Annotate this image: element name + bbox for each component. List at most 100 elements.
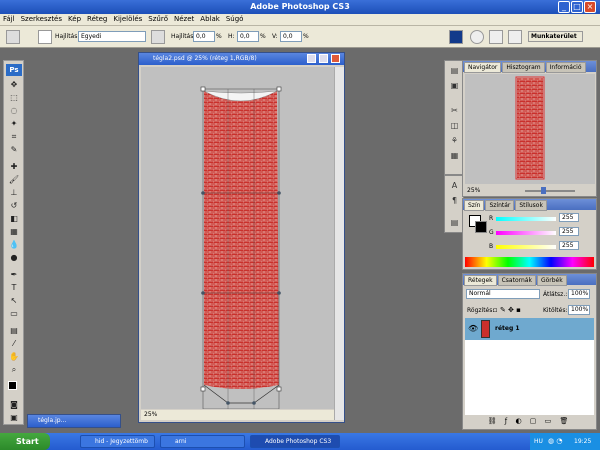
ps-logo[interactable]: Ps [6, 64, 22, 76]
layers-footer-icons[interactable]: ⛓ ƒ ◐ ▢ ▭ 🗑 [465, 417, 594, 427]
menu-help[interactable]: Súgó [223, 14, 247, 24]
cancel-transform-icon[interactable] [470, 30, 484, 44]
history-brush-icon[interactable]: ↺ [7, 200, 21, 212]
layer-comps-icon[interactable]: ⚘ [448, 134, 461, 147]
menu-filter[interactable]: Szűrő [145, 14, 171, 24]
pen-tool-icon[interactable]: ✒ [7, 269, 21, 281]
clone-stamp-icon[interactable]: ⊥ [7, 187, 21, 199]
navigator-zoom-slider[interactable] [525, 190, 575, 192]
character-panel-icon[interactable]: A [448, 179, 461, 192]
menu-view[interactable]: Nézet [171, 14, 197, 24]
grid-toggle-icon[interactable] [38, 30, 52, 44]
task-photoshop[interactable]: Adobe Photoshop CS3 [250, 435, 340, 448]
document-zoom[interactable]: 25% [144, 411, 157, 418]
dodge-tool-icon[interactable]: ● [7, 252, 21, 264]
task-folder[interactable]: arni [160, 435, 245, 448]
warped-brick-artwork[interactable] [141, 67, 334, 410]
quick-mask-icon[interactable]: ◙ [7, 399, 21, 411]
info-panel-icon[interactable]: ▤ [448, 216, 461, 229]
history-panel-icon[interactable]: ◫ [448, 119, 461, 132]
document-scrollbar[interactable] [334, 67, 344, 420]
b-slider[interactable] [496, 245, 556, 249]
notes-tool-icon[interactable]: ▤ [7, 325, 21, 337]
marquee-tool-icon[interactable]: ⬚ [7, 92, 21, 104]
h-input[interactable]: 0,0 [237, 31, 259, 42]
tab-styles[interactable]: Stílusok [515, 200, 547, 211]
navigator-slider-handle[interactable] [541, 187, 546, 194]
crop-tool-icon[interactable]: ⌗ [7, 131, 21, 143]
start-button[interactable]: Start [0, 433, 50, 450]
g-slider[interactable] [496, 231, 556, 235]
menu-file[interactable]: Fájl [0, 14, 18, 24]
bend-input[interactable]: 0,0 [193, 31, 215, 42]
minimized-document[interactable]: tégla.jp... [27, 414, 121, 428]
navigator-preview[interactable] [465, 74, 595, 184]
warp-select[interactable]: Egyedi [78, 31, 146, 42]
type-tool-icon[interactable]: T [7, 282, 21, 294]
move-tool-icon[interactable]: ✥ [7, 79, 21, 91]
zoom-tool-icon[interactable]: ⌕ [7, 364, 21, 376]
actions-panel-icon[interactable]: ✂ [448, 104, 461, 117]
brushes-panel-icon[interactable]: ▤ [448, 64, 461, 77]
tab-channels[interactable]: Csatornák [497, 275, 536, 286]
eraser-tool-icon[interactable]: ◧ [7, 213, 21, 225]
blur-tool-icon[interactable]: 💧 [7, 239, 21, 251]
tab-swatches[interactable]: Színtár [485, 200, 515, 211]
eyedropper-tool-icon[interactable]: ⁄ [7, 338, 21, 350]
language-indicator[interactable]: HU [534, 438, 543, 445]
doc-maximize-icon[interactable] [319, 54, 328, 63]
path-select-icon[interactable]: ↖ [7, 295, 21, 307]
tab-color[interactable]: Szín [464, 200, 485, 211]
navigator-zoom[interactable]: 25% [467, 187, 480, 194]
eye-icon[interactable]: 👁 [468, 324, 478, 333]
menu-image[interactable]: Kép [65, 14, 84, 24]
magic-wand-tool-icon[interactable]: ✦ [7, 118, 21, 130]
commit-transform-icon[interactable] [489, 30, 503, 44]
tab-curves[interactable]: Görbék [536, 275, 567, 286]
foreground-color-swatch[interactable] [8, 381, 17, 390]
menu-select[interactable]: Kijelölés [110, 14, 145, 24]
brush-tool-icon[interactable]: 🖌 [7, 174, 21, 186]
swatch-panel-icon[interactable]: ▦ [448, 149, 461, 162]
r-value[interactable]: 255 [559, 213, 579, 222]
warp-mode-icon[interactable] [449, 30, 463, 44]
slice-tool-icon[interactable]: ✎ [7, 144, 21, 156]
menu-layer[interactable]: Réteg [84, 14, 110, 24]
fill-input[interactable]: 100% [568, 305, 590, 315]
doc-minimize-icon[interactable] [307, 54, 316, 63]
color-spectrum-ramp[interactable] [465, 257, 594, 267]
paragraph-panel-icon[interactable]: ¶ [448, 194, 461, 207]
shape-tool-icon[interactable]: ▭ [7, 308, 21, 320]
b-value[interactable]: 255 [559, 241, 579, 250]
minimize-icon[interactable]: _ [558, 1, 570, 13]
maximize-icon[interactable]: □ [571, 1, 583, 13]
blend-mode-select[interactable]: Normál [466, 289, 540, 299]
workspace-button[interactable]: Munkaterület [528, 31, 583, 42]
opacity-input[interactable]: 100% [568, 289, 590, 299]
v-input[interactable]: 0,0 [280, 31, 302, 42]
lasso-tool-icon[interactable]: ◌ [7, 105, 21, 117]
tool-presets-icon[interactable]: ▣ [448, 79, 461, 92]
warp-orientation-icon[interactable] [151, 30, 165, 44]
palette-well-icon[interactable] [508, 30, 522, 44]
lock-icons[interactable]: ▫ ✎ ✥ ▪ [493, 306, 521, 314]
canvas-area[interactable] [141, 67, 334, 410]
tab-info[interactable]: Információ [545, 62, 586, 73]
layer-name[interactable]: réteg 1 [495, 325, 520, 332]
r-slider[interactable] [496, 217, 556, 221]
screen-mode-icon[interactable]: ▣ [7, 412, 21, 424]
tab-layers[interactable]: Rétegek [464, 275, 497, 286]
task-notepad[interactable]: hid - Jegyzettömb [80, 435, 155, 448]
tab-navigator[interactable]: Navigátor [464, 62, 502, 73]
menu-window[interactable]: Ablak [197, 14, 223, 24]
hand-tool-icon[interactable]: ✋ [7, 351, 21, 363]
g-value[interactable]: 255 [559, 227, 579, 236]
menu-edit[interactable]: Szerkesztés [18, 14, 65, 24]
color-bg-swatch[interactable] [475, 221, 487, 233]
tab-histogram[interactable]: Hisztogram [502, 62, 545, 73]
tray-icons[interactable]: ◍ ◔ [548, 437, 562, 445]
layer-row[interactable]: 👁 réteg 1 [465, 318, 594, 340]
doc-close-icon[interactable] [331, 54, 340, 63]
close-icon[interactable]: × [584, 1, 596, 13]
healing-brush-icon[interactable]: ✚ [7, 161, 21, 173]
